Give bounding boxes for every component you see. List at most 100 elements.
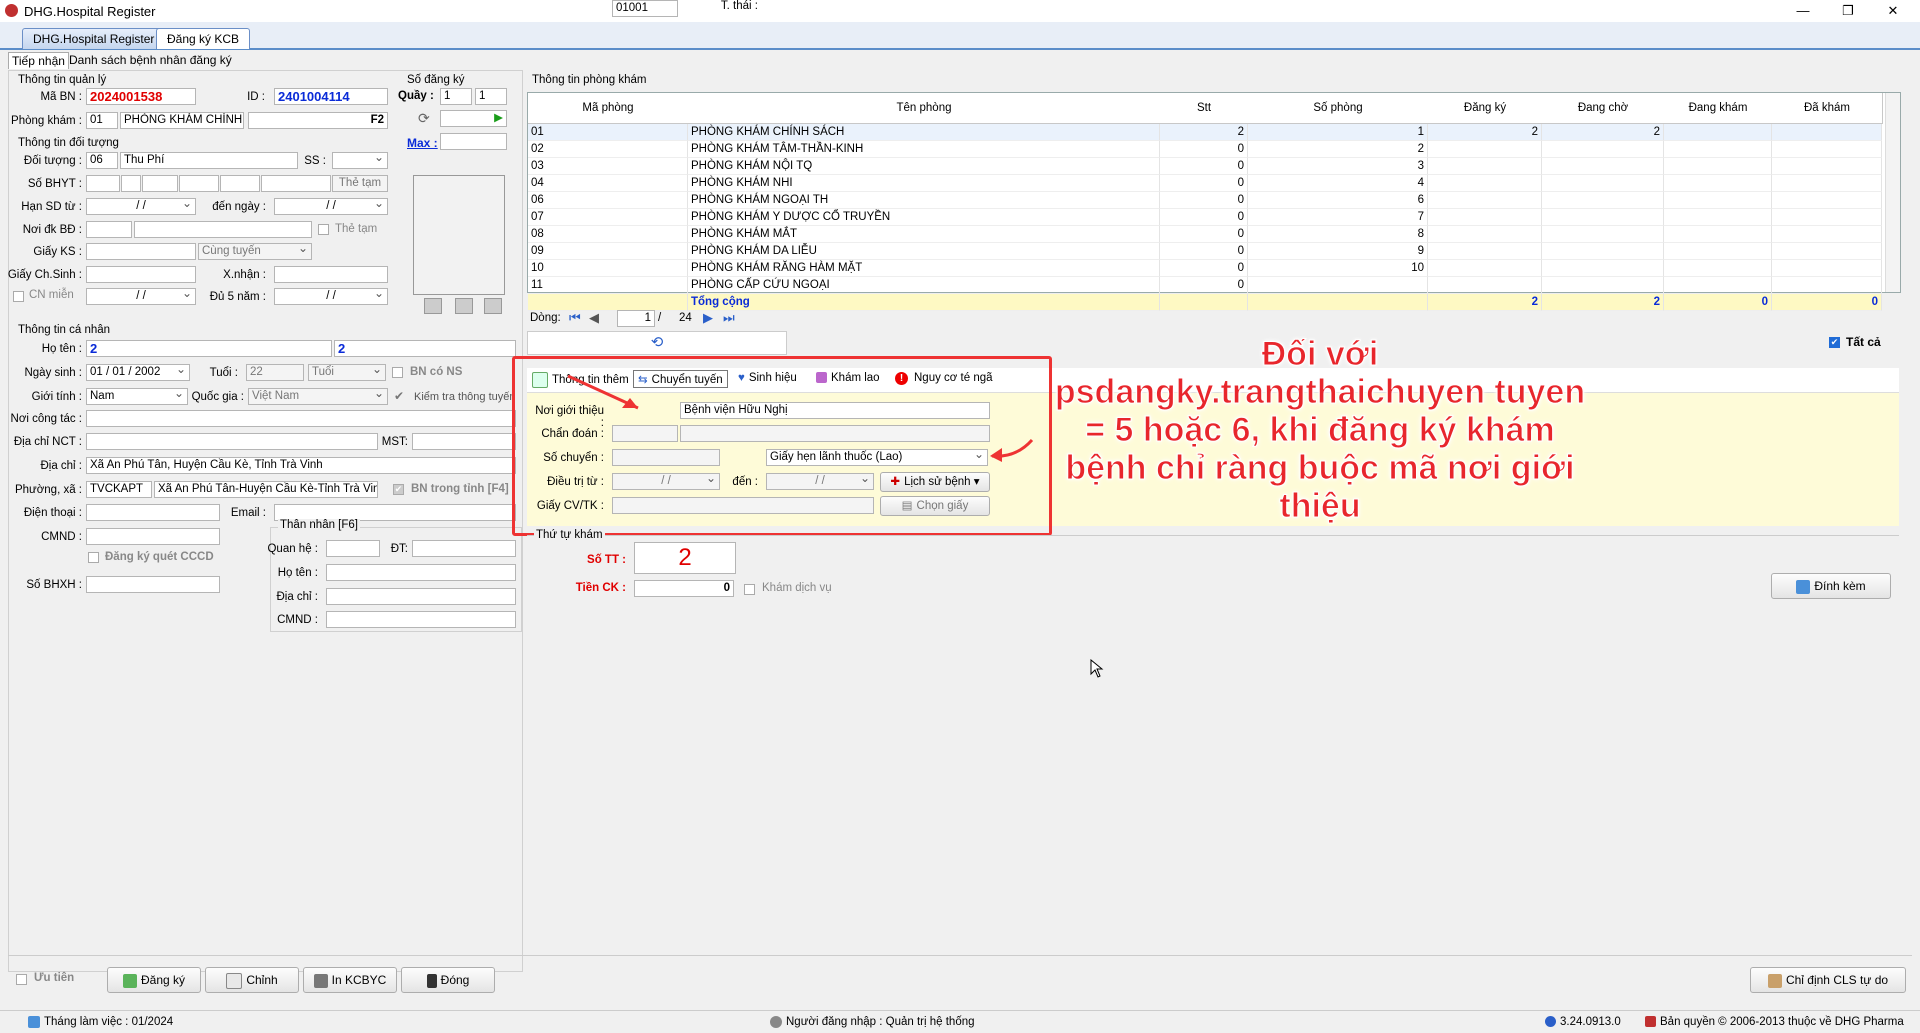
kham-dichvu-checkbox[interactable] [744, 584, 755, 595]
cell-dang-kham[interactable] [1664, 175, 1772, 192]
sobhyt-part-1[interactable] [86, 175, 120, 192]
hoten-input[interactable]: 2 [86, 340, 332, 357]
cell-dang-cho[interactable] [1542, 141, 1664, 158]
thannhan-cmnd-input[interactable] [326, 611, 516, 628]
cell-stt[interactable]: 0 [1160, 243, 1248, 260]
phuongxa-code-input[interactable]: TVCKAPT [86, 481, 152, 498]
cell-dang-kham[interactable] [1664, 192, 1772, 209]
max-input[interactable] [440, 133, 507, 150]
sobhyt-part-4[interactable] [179, 175, 219, 192]
cell-ten-phong[interactable]: PHÒNG KHÁM RĂNG HÀM MẶT [688, 260, 1160, 277]
cell-ma-phong[interactable]: 07 [528, 209, 688, 226]
cell-ma-phong[interactable]: 10 [528, 260, 688, 277]
mabn-input[interactable]: 2024001538 [86, 88, 196, 105]
tienck-input[interactable]: 0 [634, 580, 734, 597]
ngaysinh-input[interactable]: 01 / 01 / 2002 [86, 364, 190, 381]
giayks-input[interactable] [86, 243, 196, 260]
gioitinh-select[interactable]: Nam [86, 388, 188, 405]
cell-dang-ky[interactable] [1428, 226, 1542, 243]
max-link[interactable]: Max : [407, 136, 438, 150]
cell-ten-phong[interactable]: PHÒNG CẤP CỨU NGOẠI [688, 277, 1160, 294]
cell-dang-cho[interactable] [1542, 260, 1664, 277]
cell-da-kham[interactable] [1772, 141, 1882, 158]
cell-dang-kham[interactable] [1664, 277, 1772, 294]
chinh-button[interactable]: Chỉnh [205, 967, 299, 993]
phongkham-grid[interactable]: Mã phòng Tên phòng Stt Số phòng Đăng ký Đang … [527, 92, 1901, 311]
cell-da-kham[interactable] [1772, 124, 1882, 141]
xnhan-input[interactable] [274, 266, 388, 283]
cell-ma-phong[interactable]: 02 [528, 141, 688, 158]
upload-icon[interactable] [455, 298, 473, 314]
cell-stt[interactable]: 0 [1160, 226, 1248, 243]
pager-page-input[interactable]: 1 [617, 310, 655, 327]
cell-da-kham[interactable] [1772, 209, 1882, 226]
cell-stt[interactable]: 0 [1160, 260, 1248, 277]
dong-button[interactable]: Đóng [401, 967, 495, 993]
cell-da-kham[interactable] [1772, 158, 1882, 175]
quay-spin-2[interactable]: 1 [475, 88, 507, 105]
cell-dang-kham[interactable] [1664, 141, 1772, 158]
cell-dang-kham[interactable] [1664, 124, 1772, 141]
maximize-icon[interactable]: ❐ [1833, 2, 1863, 20]
dinhkem-button[interactable]: Đính kèm [1771, 573, 1891, 599]
grid-refresh-icon[interactable]: ⟲ [527, 331, 787, 355]
cell-ma-phong[interactable]: 01 [528, 124, 688, 141]
noidk-code-input[interactable] [86, 221, 132, 238]
cell-dang-kham[interactable] [1664, 158, 1772, 175]
cmnd-input[interactable] [86, 528, 220, 545]
cell-dang-kham[interactable] [1664, 209, 1772, 226]
patient-photo[interactable] [413, 175, 505, 295]
cell-so-phong[interactable]: 7 [1248, 209, 1428, 226]
tab-dang-ky-kcb[interactable]: Đăng ký KCB [156, 28, 251, 49]
play-icon[interactable]: ▶ [494, 111, 503, 126]
cell-da-kham[interactable] [1772, 175, 1882, 192]
tuoi-unit-select[interactable]: Tuổi [308, 364, 386, 381]
cell-ten-phong[interactable]: PHÒNG KHÁM NỘI TQ [688, 158, 1160, 175]
pager-first-icon[interactable]: ⏮ [569, 310, 581, 326]
cell-da-kham[interactable] [1772, 243, 1882, 260]
cell-so-phong[interactable]: 2 [1248, 141, 1428, 158]
cell-dang-ky[interactable] [1428, 209, 1542, 226]
dangky-button[interactable]: Đăng ký [107, 967, 201, 993]
cell-ten-phong[interactable]: PHÒNG KHÁM Y DƯỢC CỔ TRUYỀN [688, 209, 1160, 226]
phuongxa-name-input[interactable]: Xã An Phú Tân-Huyện Cầu Kè-Tỉnh Trà Vinh [154, 481, 378, 498]
cell-ten-phong[interactable]: PHÒNG KHÁM CHÍNH SÁCH [688, 124, 1160, 141]
cell-ten-phong[interactable]: PHÒNG KHÁM TÂM-THẦN-KINH [688, 141, 1160, 158]
cell-stt[interactable]: 2 [1160, 124, 1248, 141]
thannhan-hoten-input[interactable] [326, 564, 516, 581]
col-header-stt[interactable]: Stt [1160, 93, 1249, 124]
cell-stt[interactable]: 0 [1160, 209, 1248, 226]
diachi-input[interactable]: Xã An Phú Tân, Huyện Cầu Kè, Tỉnh Trà Vi… [86, 457, 516, 474]
cell-stt[interactable]: 0 [1160, 277, 1248, 294]
tab-danh-sach-benh-nhan[interactable]: Danh sách bệnh nhân đăng ký [66, 52, 235, 68]
cell-dang-ky[interactable] [1428, 260, 1542, 277]
doituong-code-input[interactable]: 06 [86, 152, 118, 169]
cell-so-phong[interactable] [1248, 277, 1428, 294]
phongkham-code-input[interactable]: 01 [86, 112, 118, 129]
noigioithieu-code-input[interactable]: 01001 [612, 0, 678, 17]
tab-tiep-nhan[interactable]: Tiếp nhận [8, 52, 69, 69]
cell-stt[interactable]: 0 [1160, 158, 1248, 175]
cell-dang-ky[interactable] [1428, 277, 1542, 294]
cell-dang-cho[interactable] [1542, 192, 1664, 209]
cell-so-phong[interactable]: 10 [1248, 260, 1428, 277]
cell-ten-phong[interactable]: PHÒNG KHÁM MẮT [688, 226, 1160, 243]
delete-photo-icon[interactable] [484, 298, 502, 314]
sobhyt-part-5[interactable] [220, 175, 260, 192]
hansd-from-date[interactable]: / / [86, 198, 196, 215]
cell-ma-phong[interactable]: 11 [528, 277, 688, 294]
cell-dang-ky[interactable] [1428, 158, 1542, 175]
id-input[interactable]: 2401004114 [274, 88, 388, 105]
cell-da-kham[interactable] [1772, 192, 1882, 209]
dienthoai-input[interactable] [86, 504, 220, 521]
thannhan-diachi-input[interactable] [326, 588, 516, 605]
noicongtac-input[interactable] [86, 410, 516, 427]
bn-trong-tinh-checkbox[interactable]: ✔ [393, 484, 404, 495]
cell-so-phong[interactable]: 8 [1248, 226, 1428, 243]
phongkham-search-input[interactable]: F2 [248, 112, 388, 129]
tuoi-input[interactable]: 22 [246, 364, 304, 381]
cell-ten-phong[interactable]: PHÒNG KHÁM NHI [688, 175, 1160, 192]
cell-dang-kham[interactable] [1664, 260, 1772, 277]
cell-dang-cho[interactable] [1542, 175, 1664, 192]
col-header-dang-ky[interactable]: Đăng ký [1428, 93, 1543, 124]
